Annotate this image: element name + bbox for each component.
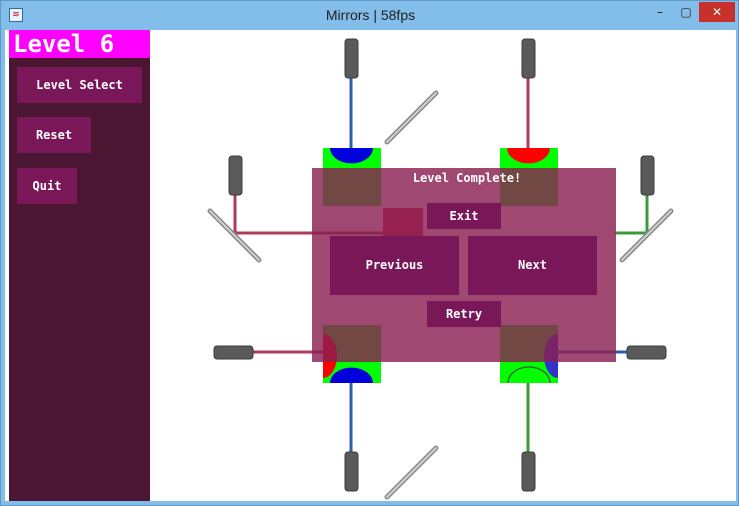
game-canvas: Level 6 Level Select Reset Quit Level Co… (5, 30, 736, 501)
emitter-top-left[interactable] (344, 38, 359, 79)
title-bar[interactable]: ≋ Mirrors | 58fps – ▢ ✕ (1, 1, 739, 31)
level-label: Level 6 (9, 30, 150, 58)
level-select-button[interactable]: Level Select (17, 67, 142, 103)
emitter-left-upper[interactable] (228, 155, 243, 196)
emitter-bottom-left[interactable] (344, 451, 359, 492)
mirror-bottom-highlight (386, 447, 437, 498)
retry-button[interactable]: Retry (427, 301, 501, 327)
exit-button[interactable]: Exit (427, 203, 501, 229)
minimize-button[interactable]: – (647, 2, 673, 22)
next-button[interactable]: Next (468, 236, 597, 295)
emitter-right-upper[interactable] (640, 155, 655, 196)
beam-green-right-upper (615, 195, 649, 235)
reset-button[interactable]: Reset (17, 117, 91, 153)
quit-button[interactable]: Quit (17, 168, 77, 204)
emitter-left-lower[interactable] (213, 345, 254, 360)
level-complete-dialog: Level Complete! Exit Previous Next Retry (312, 168, 616, 362)
close-button[interactable]: ✕ (699, 2, 735, 22)
mirror-top-highlight (386, 92, 437, 143)
dialog-title: Level Complete! (412, 171, 522, 185)
app-window: ≋ Mirrors | 58fps – ▢ ✕ Level 6 Level Se… (0, 0, 739, 506)
maximize-button[interactable]: ▢ (673, 2, 699, 22)
emitter-top-right[interactable] (521, 38, 536, 79)
previous-button[interactable]: Previous (330, 236, 459, 295)
emitter-bottom-right[interactable] (521, 451, 536, 492)
emitter-right-lower[interactable] (626, 345, 667, 360)
window-title: Mirrors | 58fps (325, 7, 416, 23)
